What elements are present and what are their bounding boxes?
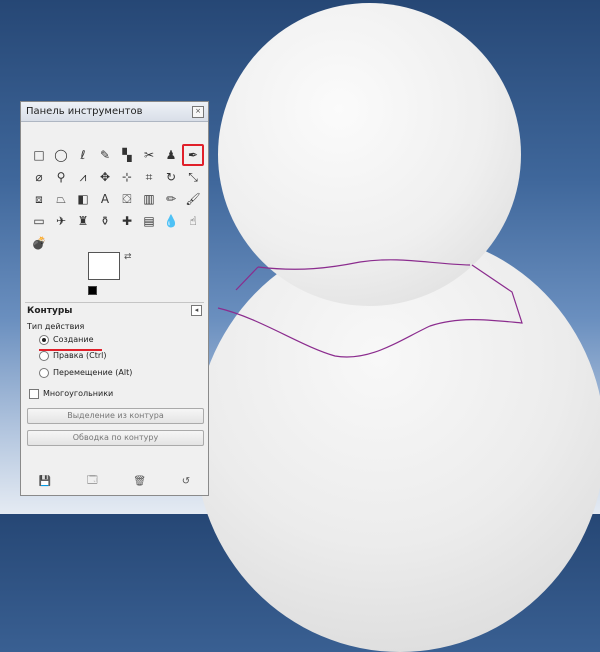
dodge-burn-icon[interactable]: 💣 (28, 232, 50, 254)
airbrush-icon[interactable]: ✈ (50, 210, 72, 232)
toolbox-title: Панель инструментов (21, 102, 208, 122)
smudge-icon[interactable]: ☝ (182, 210, 204, 232)
clone-icon[interactable]: ⚱ (94, 210, 116, 232)
swap-colors-icon[interactable]: ⇄ (124, 252, 132, 262)
heal-icon[interactable]: ✚ (116, 210, 138, 232)
rotate-icon[interactable]: ↻ (160, 166, 182, 188)
bottom-bar: 💾 🗔 🗑 ↺ (21, 473, 208, 489)
stroke-path-button[interactable]: Обводка по контуру (27, 430, 204, 446)
selection-from-path-button[interactable]: Выделение из контура (27, 408, 204, 424)
tool-options-title: Контуры (27, 306, 73, 316)
close-icon[interactable]: × (192, 106, 204, 118)
blur-icon[interactable]: 💧 (160, 210, 182, 232)
rect-select-icon[interactable]: □ (28, 144, 50, 166)
free-select-icon[interactable]: ℓ (72, 144, 94, 166)
expand-icon[interactable]: ◂ (191, 305, 202, 316)
paths-icon[interactable]: ✒ (182, 144, 204, 166)
move-icon[interactable]: ✥ (94, 166, 116, 188)
foreground-color-swatch[interactable] (88, 252, 120, 280)
text-icon[interactable]: A (94, 188, 116, 210)
fuzzy-select-icon[interactable]: ✎ (94, 144, 116, 166)
perspective-icon[interactable]: ⏢ (50, 188, 72, 210)
eraser-icon[interactable]: ▭ (28, 210, 50, 232)
mode-edit-label[interactable]: Правка (Ctrl) (53, 351, 106, 360)
perspective-clone-icon[interactable]: ▤ (138, 210, 160, 232)
mode-radio-create[interactable] (39, 335, 49, 345)
mode-label: Тип действия (27, 322, 85, 331)
path-neck-line (257, 259, 471, 270)
color-select-icon[interactable]: ▚ (116, 144, 138, 166)
mode-move-label[interactable]: Перемещение (Alt) (53, 368, 132, 377)
reset-icon[interactable]: ↺ (182, 476, 190, 487)
delete-icon[interactable]: 🗑 (133, 476, 146, 487)
polygonal-checkbox[interactable] (29, 389, 39, 399)
restore-icon[interactable]: 🗔 (87, 473, 98, 490)
mode-radio-edit[interactable] (39, 351, 49, 361)
blend-icon[interactable]: ▥ (138, 188, 160, 210)
path-chest-line (217, 264, 523, 358)
crop-icon[interactable]: ⌗ (138, 166, 160, 188)
divider (25, 302, 204, 303)
toolbox-panel: Панель инструментов × □ ◯ ℓ ✎ ▚ ✂ ♟ ✒ ⌀ ⚲ ⩘ ✥ ⊹ ⌗ ↻ ⤡ ⧈ ⏢… (20, 101, 209, 496)
tool-grid: □ ◯ ℓ ✎ ▚ ✂ ♟ ✒ ⌀ ⚲ ⩘ ✥ ⊹ ⌗ ↻ ⤡ ⧈ ⏢ ◧ A ⛋ ▥ ✏ 🖌 ▭ ✈ ♜ ⚱ ✚ ▤ 💧 ☝ 💣 (28, 144, 208, 254)
ink-icon[interactable]: ♜ (72, 210, 94, 232)
align-icon[interactable]: ⊹ (116, 166, 138, 188)
measure-icon[interactable]: ⩘ (72, 166, 94, 188)
scale-icon[interactable]: ⤡ (182, 166, 204, 188)
polygonal-label[interactable]: Многоугольники (43, 389, 113, 398)
ellipse-select-icon[interactable]: ◯ (50, 144, 72, 166)
pencil-icon[interactable]: ✏ (160, 188, 182, 210)
paintbrush-icon[interactable]: 🖌 (182, 188, 204, 210)
mode-create-label[interactable]: Создание (53, 335, 94, 344)
flip-icon[interactable]: ◧ (72, 188, 94, 210)
bucket-fill-icon[interactable]: ⛋ (116, 188, 138, 210)
foreground-select-icon[interactable]: ♟ (160, 144, 182, 166)
mode-radio-move[interactable] (39, 368, 49, 378)
default-colors-icon[interactable] (88, 286, 97, 295)
scissors-icon[interactable]: ✂ (138, 144, 160, 166)
save-icon[interactable]: 💾 (39, 476, 51, 487)
path-left-segment (235, 266, 259, 291)
shear-icon[interactable]: ⧈ (28, 188, 50, 210)
zoom-icon[interactable]: ⚲ (50, 166, 72, 188)
color-area: ⇄ (88, 252, 140, 296)
color-picker-icon[interactable]: ⌀ (28, 166, 50, 188)
